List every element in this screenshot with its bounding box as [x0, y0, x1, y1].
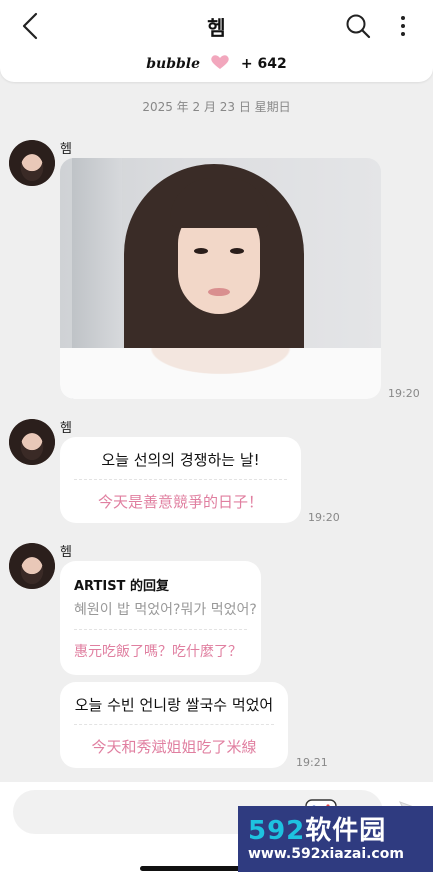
bubble-subscription[interactable]: bubble + 642 [0, 54, 433, 72]
watermark: 592软件园 www.592xiazai.com [238, 806, 433, 872]
photo-message[interactable] [60, 158, 381, 399]
heart-icon [211, 55, 230, 69]
date-divider: 2025 年 2 月 23 日 星期日 [142, 100, 291, 114]
message-translation: 今天是善意競爭的日子！ [97, 493, 263, 511]
watermark-url: www.592xiazai.com [248, 846, 404, 862]
reply-label: ARTIST 的回复 [74, 579, 169, 594]
message-korean: 오늘 선의의 경쟁하는 날! [101, 451, 260, 469]
sender-name: 헴 [60, 421, 72, 436]
text-message[interactable]: 오늘 수빈 언니랑 쌀국수 먹었어 今天和秀斌姐姐吃了米線 [60, 682, 288, 768]
sender-name: 헴 [60, 545, 72, 560]
sender-name: 헴 [60, 142, 72, 157]
search-icon[interactable] [344, 12, 372, 40]
message-korean: 오늘 수빈 언니랑 쌀국수 먹었어 [74, 696, 274, 714]
avatar[interactable] [9, 140, 55, 186]
chat-header: 헴 bubble + 642 [0, 0, 433, 82]
text-message[interactable]: 오늘 선의의 경쟁하는 날! 今天是善意競爭的日子！ [60, 437, 301, 523]
reply-korean: 혜원이 밥 먹었어?뭐가 먹었어? [74, 602, 257, 618]
message-time: 19:21 [296, 756, 328, 769]
more-icon[interactable] [396, 12, 410, 40]
message-time: 19:20 [388, 387, 420, 400]
watermark-logo: 592软件园 [248, 816, 387, 846]
avatar[interactable] [9, 543, 55, 589]
bubble-count: + 642 [240, 56, 287, 72]
avatar[interactable] [9, 419, 55, 465]
message-time: 19:20 [308, 511, 340, 524]
message-translation: 今天和秀斌姐姐吃了米線 [91, 738, 257, 756]
reply-quote[interactable]: ARTIST 的回复 혜원이 밥 먹었어?뭐가 먹었어? 惠元吃飯了嗎？吃什麼了… [60, 561, 261, 675]
bubble-brand: bubble [146, 56, 201, 72]
reply-translation: 惠元吃飯了嗎？吃什麼了？ [74, 644, 242, 660]
